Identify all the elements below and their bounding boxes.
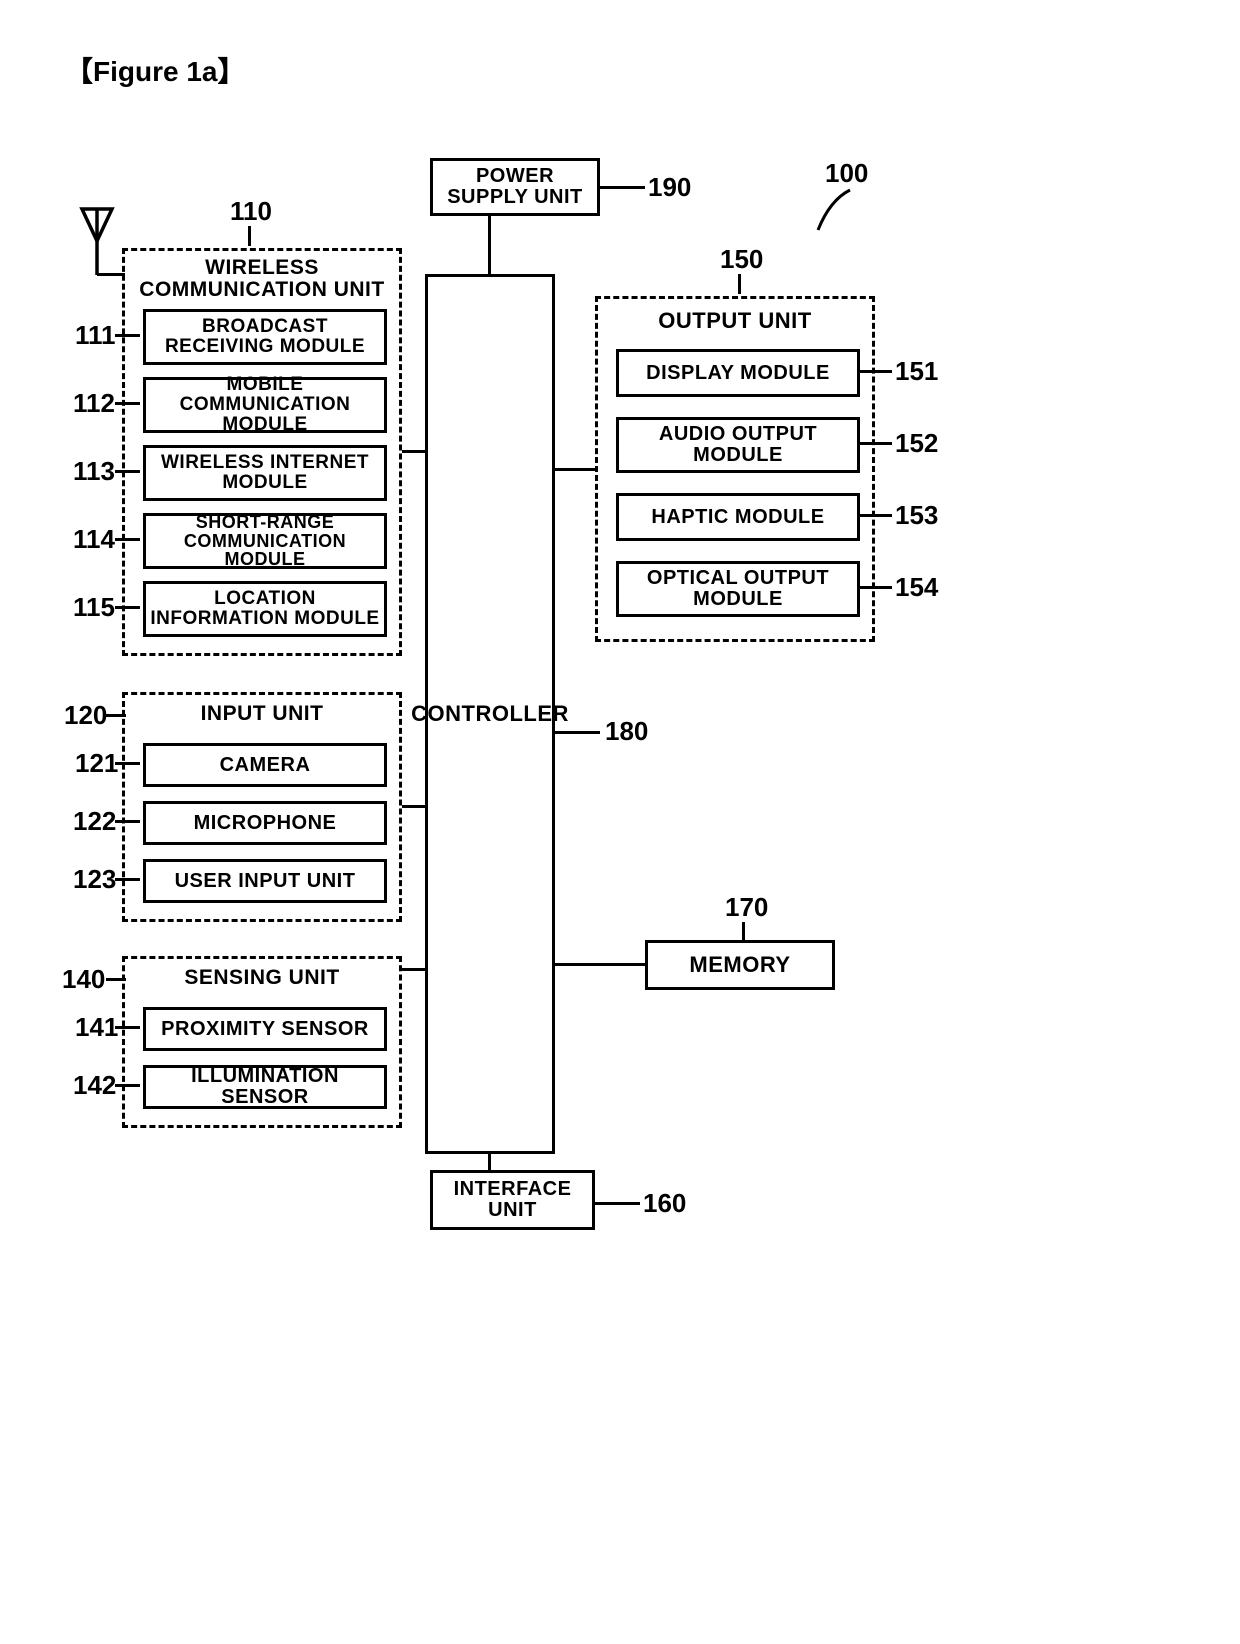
box-broadcast-receiving-module: BROADCAST RECEIVING MODULE (143, 309, 387, 365)
leader-114 (115, 538, 140, 541)
line-input-to-controller (402, 805, 425, 808)
box-display-module: DISPLAY MODULE (616, 349, 860, 397)
leader-190 (600, 186, 645, 189)
ref-141: 141 (75, 1012, 118, 1043)
leader-120 (106, 714, 126, 717)
controller-label: CONTROLLER (411, 702, 569, 725)
title-output: OUTPUT UNIT (598, 309, 872, 332)
group-input: INPUT UNIT CAMERA MICROPHONE USER INPUT … (122, 692, 402, 922)
box-optical-output-module: OPTICAL OUTPUT MODULE (616, 561, 860, 617)
interface-unit-label: INTERFACE UNIT (439, 1179, 586, 1221)
ref-154: 154 (895, 572, 938, 603)
ref-142: 142 (73, 1070, 116, 1101)
line-wcu-to-controller (402, 450, 425, 453)
box-proximity-sensor: PROXIMITY SENSOR (143, 1007, 387, 1051)
ref-153: 153 (895, 500, 938, 531)
line-power-to-controller (488, 216, 491, 274)
ref-150: 150 (720, 244, 763, 275)
leader-160 (595, 1202, 640, 1205)
leader-113 (115, 470, 140, 473)
title-sensing: SENSING UNIT (125, 967, 399, 989)
ref-114: 114 (73, 524, 115, 555)
leader-115 (115, 606, 140, 609)
leader-122 (115, 820, 140, 823)
box-mobile-communication-module: MOBILE COMMUNICATION MODULE (143, 377, 387, 433)
ref-160: 160 (643, 1188, 686, 1219)
leader-154 (857, 586, 892, 589)
box-microphone: MICROPHONE (143, 801, 387, 845)
line-controller-to-memory (555, 963, 645, 966)
ref-110: 110 (230, 196, 272, 227)
leader-170-v (742, 922, 745, 940)
group-sensing: SENSING UNIT PROXIMITY SENSOR ILLUMINATI… (122, 956, 402, 1128)
box-wireless-internet-module: WIRELESS INTERNET MODULE (143, 445, 387, 501)
ref-113: 113 (73, 456, 115, 487)
title-wcu: WIRELESS COMMUNICATION UNIT (125, 257, 399, 301)
ref-180: 180 (605, 716, 648, 747)
leader-142 (115, 1084, 140, 1087)
power-supply-box: POWER SUPPLY UNIT (430, 158, 600, 216)
ref-120: 120 (64, 700, 107, 731)
leader-141 (115, 1026, 140, 1029)
line-controller-to-interface (488, 1154, 491, 1170)
leader-152 (857, 442, 892, 445)
ref-170: 170 (725, 892, 768, 923)
ref-121: 121 (75, 748, 118, 779)
leader-111 (115, 334, 140, 337)
ref-122: 122 (73, 806, 116, 837)
figure-label: 【Figure 1a】 (65, 50, 245, 90)
ref-111: 111 (75, 320, 116, 351)
diagram-canvas: 【Figure 1a】 100 POWER SUPPLY UNIT 190 CO… (0, 0, 1240, 1644)
antenna-icon (78, 205, 118, 280)
ref-112: 112 (73, 388, 115, 419)
leader-140 (106, 978, 126, 981)
leader-153 (857, 514, 892, 517)
controller-box: CONTROLLER (425, 274, 555, 1154)
box-short-range-communication-module: SHORT-RANGE COMMUNICATION MODULE (143, 513, 387, 569)
line-sensing-to-controller (402, 968, 425, 971)
ref-123: 123 (73, 864, 116, 895)
leader-121 (115, 762, 140, 765)
group-output: OUTPUT UNIT DISPLAY MODULE AUDIO OUTPUT … (595, 296, 875, 642)
ref-100-pointer (810, 188, 870, 238)
box-haptic-module: HAPTIC MODULE (616, 493, 860, 541)
box-audio-output-module: AUDIO OUTPUT MODULE (616, 417, 860, 473)
leader-110-v (248, 226, 251, 246)
leader-150-v (738, 274, 741, 294)
group-wcu: WIRELESS COMMUNICATION UNIT BROADCAST RE… (122, 248, 402, 656)
box-user-input-unit: USER INPUT UNIT (143, 859, 387, 903)
memory-box: MEMORY (645, 940, 835, 990)
leader-151 (857, 370, 892, 373)
ref-140: 140 (62, 964, 105, 995)
ref-115: 115 (73, 592, 115, 623)
ref-152: 152 (895, 428, 938, 459)
ref-190: 190 (648, 172, 691, 203)
ref-151: 151 (895, 356, 938, 387)
line-antenna-to-wcu (97, 273, 125, 276)
interface-unit-box: INTERFACE UNIT (430, 1170, 595, 1230)
ref-100: 100 (825, 158, 868, 189)
box-location-information-module: LOCATION INFORMATION MODULE (143, 581, 387, 637)
line-output-to-controller (555, 468, 595, 471)
leader-123 (115, 878, 140, 881)
box-camera: CAMERA (143, 743, 387, 787)
power-supply-label: POWER SUPPLY UNIT (439, 166, 591, 208)
leader-180 (555, 731, 600, 734)
memory-label: MEMORY (689, 953, 790, 976)
leader-112 (115, 402, 140, 405)
box-illumination-sensor: ILLUMINATION SENSOR (143, 1065, 387, 1109)
title-input: INPUT UNIT (125, 703, 399, 725)
